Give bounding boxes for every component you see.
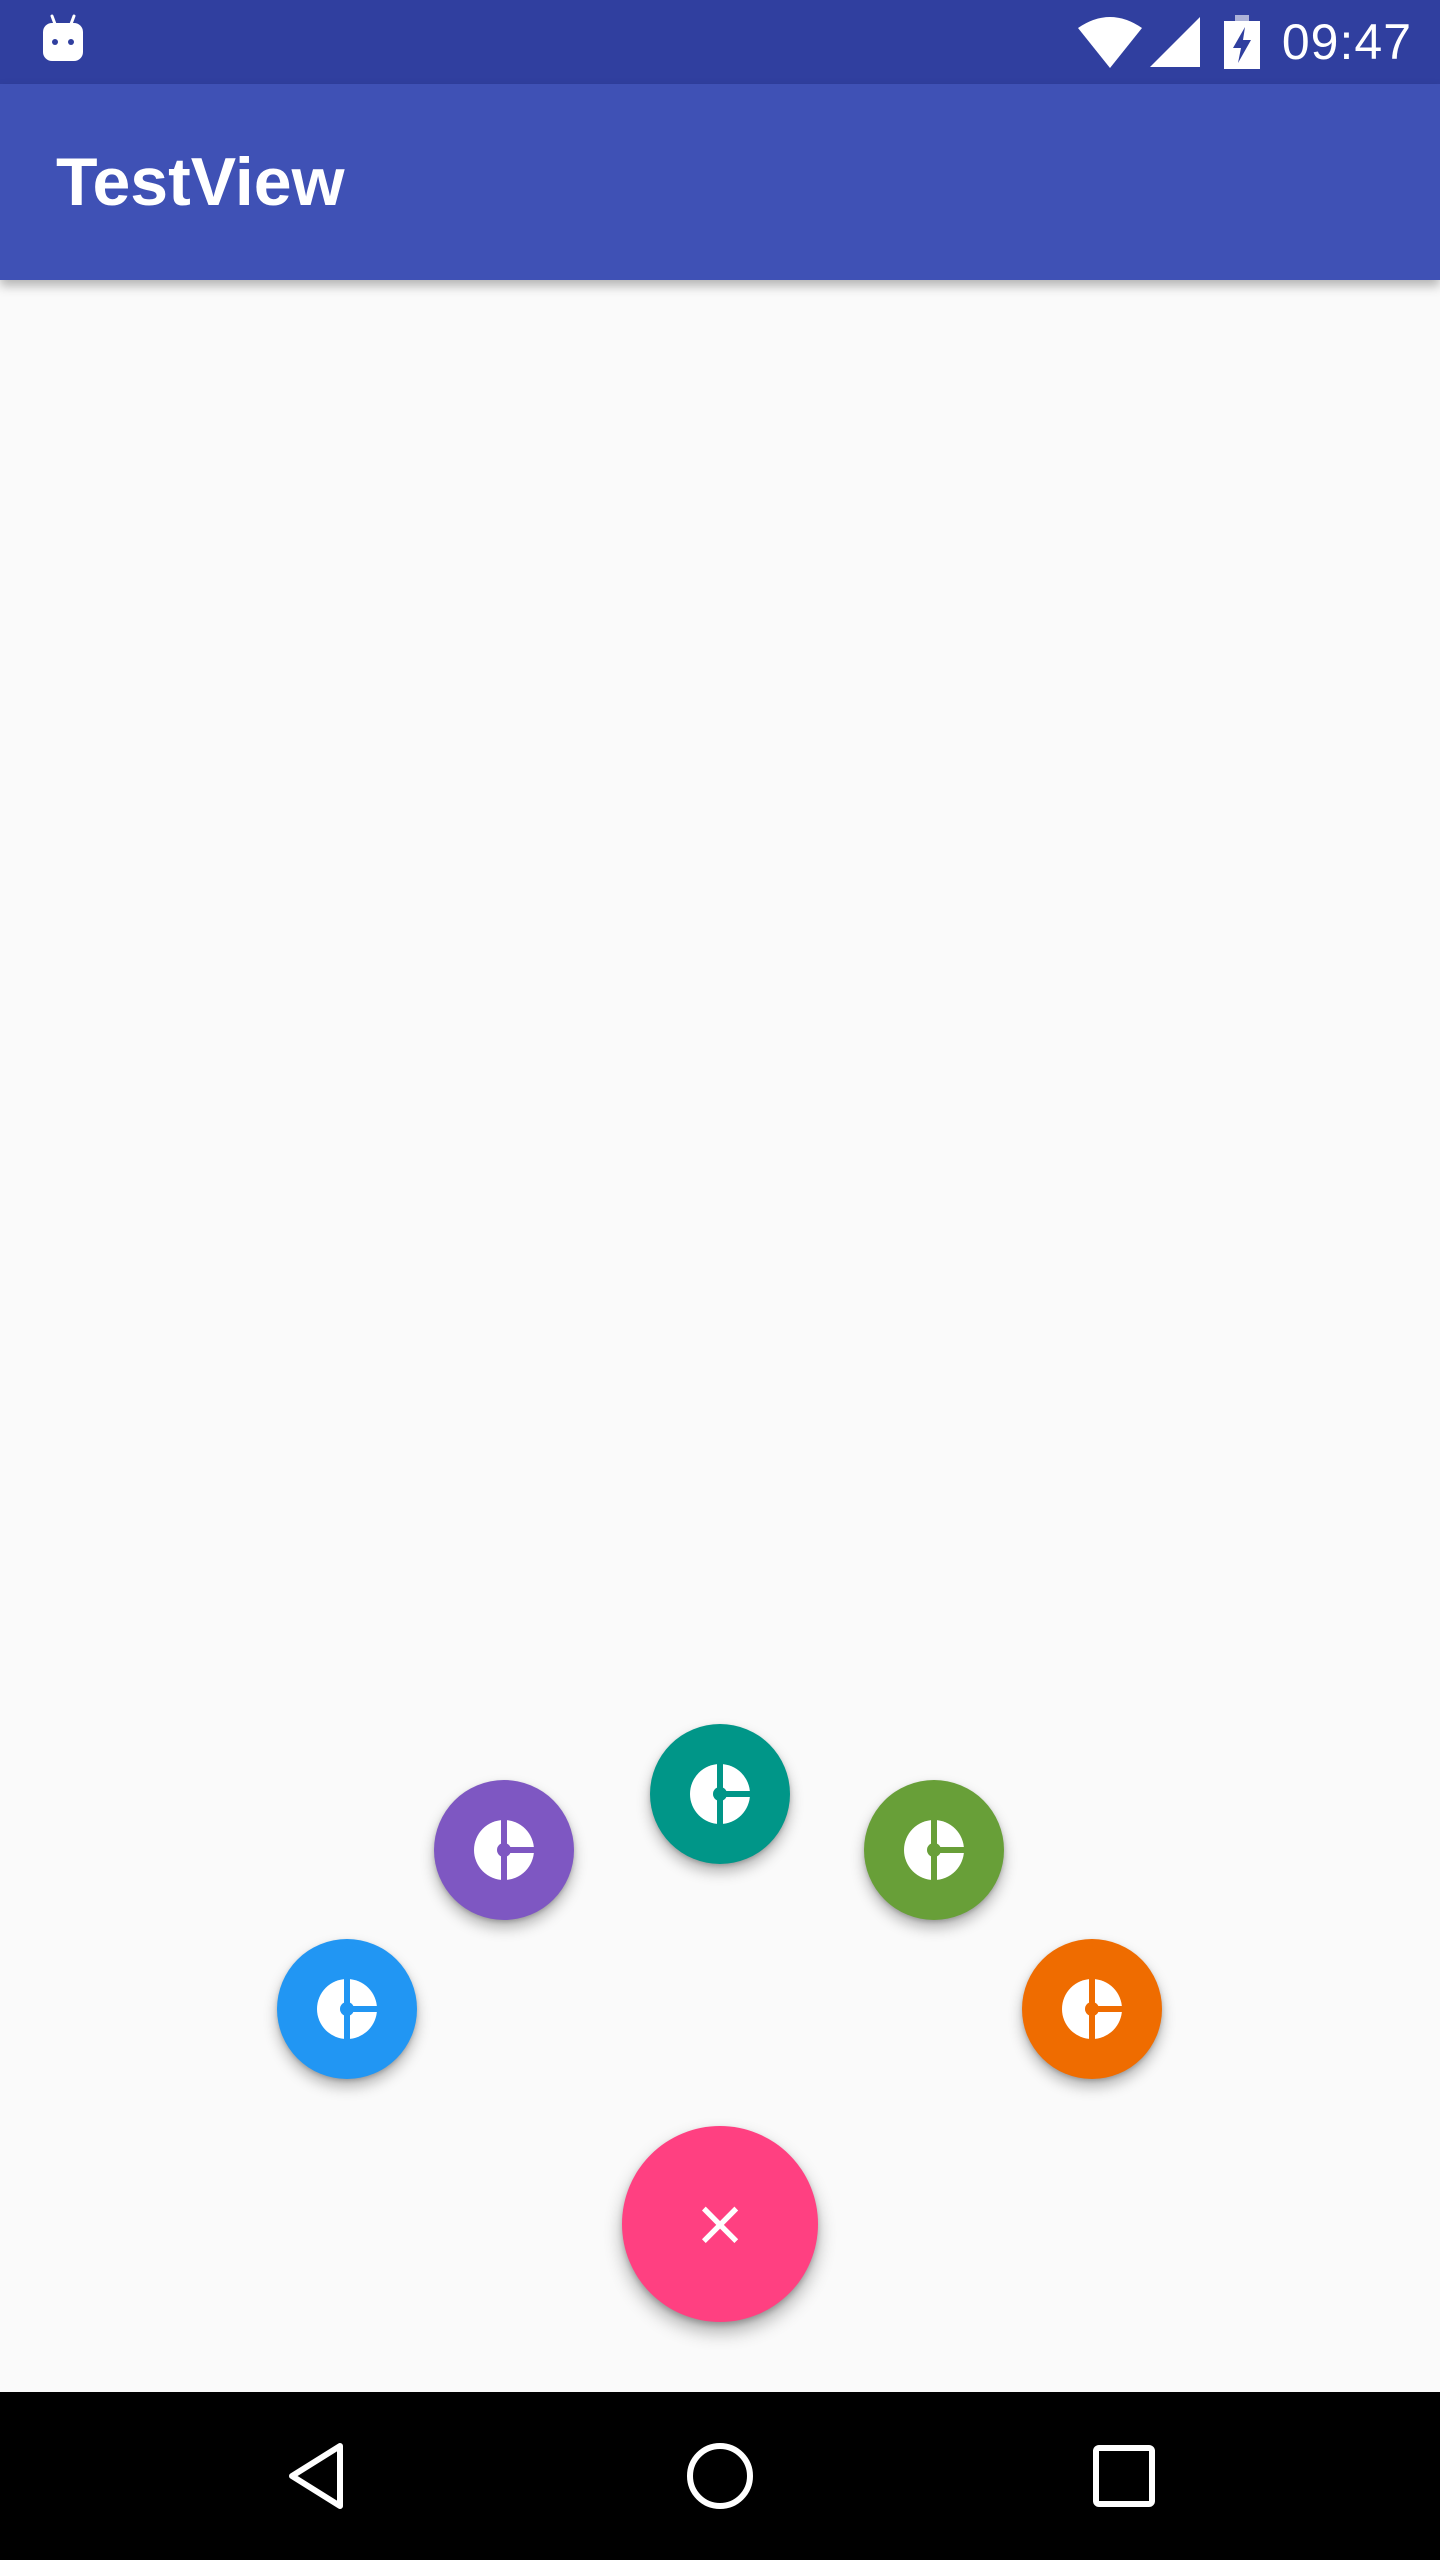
nav-back-button[interactable] [232, 2392, 400, 2560]
pie-chart-icon [474, 1817, 537, 1883]
status-clock: 09:47 [1281, 14, 1412, 70]
battery-charging-icon [1223, 15, 1260, 69]
signal-icon [1149, 17, 1200, 67]
pie-chart-icon [1062, 1976, 1125, 2042]
status-icons: 09:47 [1077, 0, 1412, 84]
fab-main-close-button[interactable]: × [622, 2126, 818, 2322]
fab-item-2[interactable] [434, 1780, 574, 1920]
navigation-bar [0, 2392, 1440, 2560]
back-icon [289, 2443, 343, 2509]
nav-home-button[interactable] [636, 2392, 804, 2560]
fab-item-5[interactable] [1022, 1939, 1162, 2079]
fab-item-4[interactable] [864, 1780, 1004, 1920]
fab-item-3[interactable] [650, 1724, 790, 1864]
close-icon: × [693, 2187, 747, 2261]
app-title: TestView [56, 144, 345, 220]
fab-item-1[interactable] [277, 1939, 417, 2079]
android-debug-icon [43, 14, 83, 61]
nav-recents-button[interactable] [1040, 2392, 1208, 2560]
wifi-icon [1077, 17, 1142, 68]
main-content: × [0, 280, 1440, 2392]
pie-chart-icon [904, 1817, 967, 1883]
status-bar: 09:47 [0, 0, 1440, 84]
pie-chart-icon [317, 1976, 380, 2042]
app-bar: TestView [0, 84, 1440, 280]
home-icon [687, 2443, 753, 2509]
recents-icon [1093, 2445, 1155, 2507]
pie-chart-icon [690, 1761, 753, 1827]
